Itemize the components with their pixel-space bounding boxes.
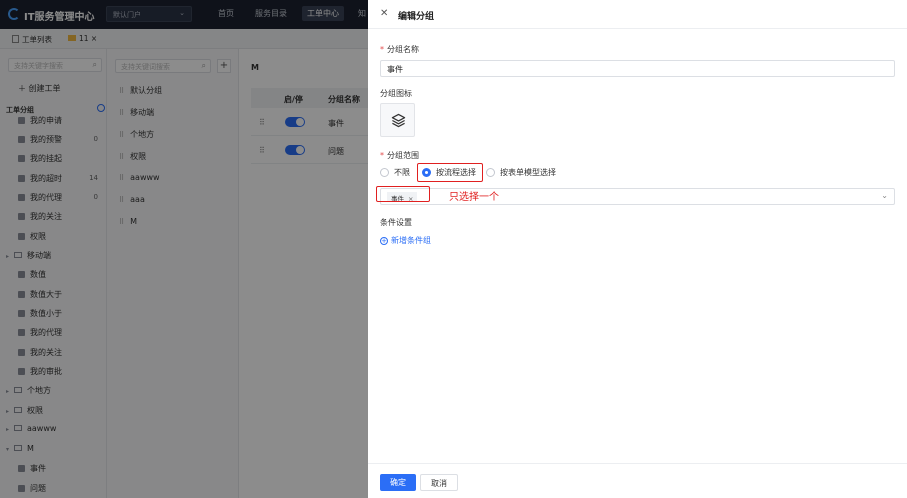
modal-mask[interactable] xyxy=(0,0,368,498)
group-name-label-text: 分组名称 xyxy=(387,45,419,54)
group-icon-picker[interactable] xyxy=(380,103,415,137)
radio-label: 按表单模型选择 xyxy=(500,168,556,177)
layers-icon xyxy=(391,113,406,128)
radio-circle-icon xyxy=(486,168,495,177)
edit-group-drawer: ✕ 编辑分组 * 分组名称 事件 分组图标 * 分组范围 不限 按流程选择 按表单模… xyxy=(368,0,907,498)
radio-unlimited[interactable]: 不限 xyxy=(380,167,410,178)
group-name-label: * 分组名称 xyxy=(380,44,419,55)
highlight-box-radio xyxy=(417,163,483,182)
drawer-footer: 确定 取消 xyxy=(368,463,907,498)
add-condition-label: 新增条件组 xyxy=(391,236,431,245)
chevron-down-icon: ⌄ xyxy=(881,191,888,200)
drawer-title: 编辑分组 xyxy=(398,12,435,22)
condition-settings-label: 条件设置 xyxy=(380,218,412,227)
plus-circle-icon: + xyxy=(380,237,388,245)
group-scope-label: * 分组范围 xyxy=(380,150,419,161)
group-icon-label: 分组图标 xyxy=(380,89,412,98)
radio-by-form-model[interactable]: 按表单模型选择 xyxy=(486,167,556,178)
drawer-header: ✕ 编辑分组 xyxy=(368,0,907,29)
close-icon[interactable]: ✕ xyxy=(380,8,388,19)
required-mark: * xyxy=(380,151,384,160)
annotation-note: 只选择一个 xyxy=(449,192,499,203)
radio-circle-icon xyxy=(380,168,389,177)
group-name-input[interactable]: 事件 xyxy=(380,60,895,77)
confirm-button[interactable]: 确定 xyxy=(380,474,416,491)
radio-label: 不限 xyxy=(394,168,410,177)
add-condition-group-link[interactable]: + 新增条件组 xyxy=(380,235,431,246)
group-scope-label-text: 分组范围 xyxy=(387,151,419,160)
cancel-button[interactable]: 取消 xyxy=(420,474,458,491)
highlight-box-tag xyxy=(376,186,430,202)
required-mark: * xyxy=(380,45,384,54)
